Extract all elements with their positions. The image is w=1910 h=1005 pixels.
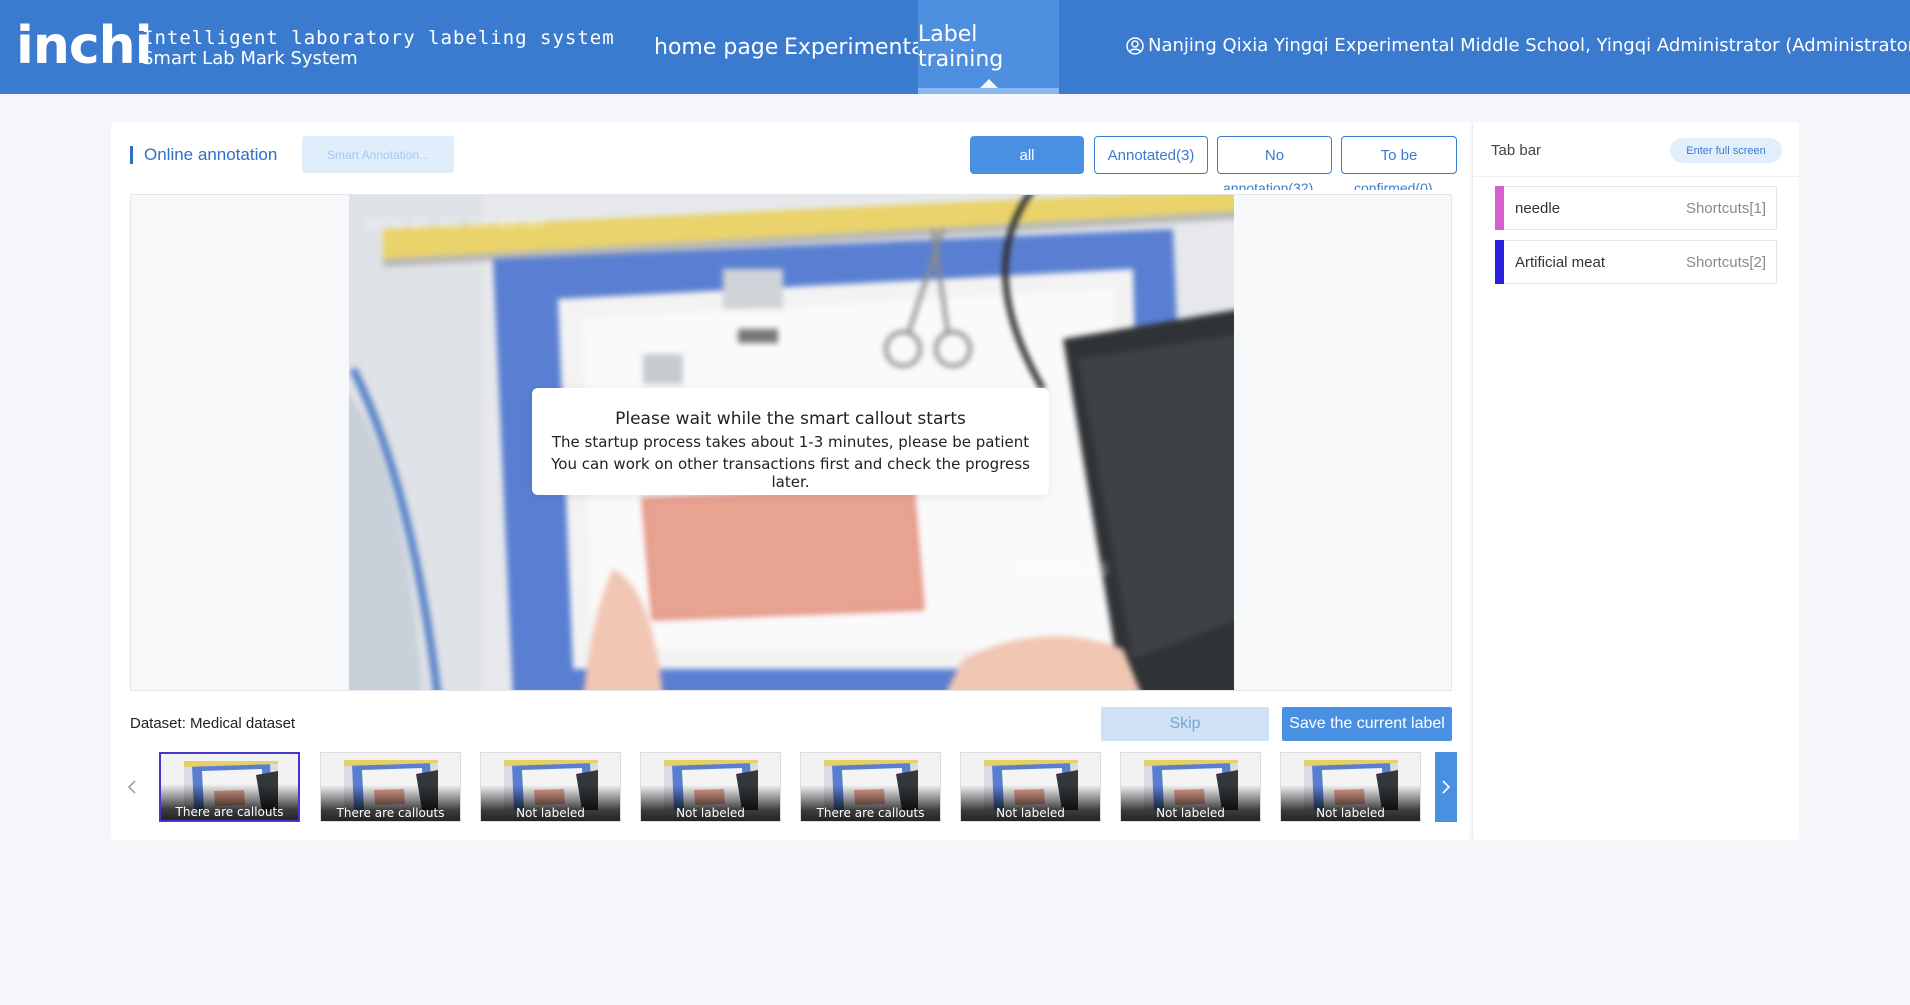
thumbnails-prev-button[interactable] — [123, 752, 141, 822]
thumbnail-strip: There are callouts There are callouts No… — [159, 752, 1421, 822]
smart-callout-loading-dialog: Please wait while the smart callout star… — [532, 388, 1049, 495]
thumbnail-status: Not labeled — [1156, 806, 1225, 820]
user-name: Nanjing Qixia Yingqi Experimental Middle… — [1148, 35, 1910, 56]
tag-name: Artificial meat — [1515, 254, 1606, 271]
tag-name: needle — [1515, 200, 1561, 217]
nav-home-page[interactable]: home page — [654, 0, 778, 94]
app-title: Intelligent laboratory labeling system — [142, 27, 615, 49]
dialog-title: Please wait while the smart callout star… — [615, 409, 966, 429]
filter-to-be-confirmed-button[interactable]: To be — [1341, 136, 1457, 174]
thumbnail-status: There are callouts — [175, 805, 284, 819]
svg-text:Camera 01: Camera 01 — [1023, 559, 1110, 578]
smart-annotation-button[interactable]: Smart Annotation... — [302, 136, 454, 173]
filter-no-annotation-button[interactable]: No — [1217, 136, 1332, 174]
active-nav-caret — [980, 79, 998, 88]
user-icon — [1126, 36, 1144, 55]
save-label-button[interactable]: Save the current label — [1282, 707, 1452, 741]
thumbnail-8[interactable]: Not labeled — [1280, 752, 1421, 822]
tag-shortcut: Shortcuts[1] — [1685, 200, 1766, 217]
tag-color-swatch — [1495, 186, 1504, 230]
thumbnail-status: Not labeled — [676, 806, 745, 820]
enter-fullscreen-button[interactable]: Enter full screen — [1670, 138, 1782, 163]
thumbnail-1[interactable]: There are callouts — [159, 752, 300, 822]
dialog-line-1: The startup process takes about 1-3 minu… — [551, 433, 1030, 451]
thumbnail-2[interactable]: There are callouts — [320, 752, 461, 822]
dialog-line-2: You can work on other transactions first… — [551, 455, 1030, 491]
thumbnail-6[interactable]: Not labeled — [960, 752, 1101, 822]
chevron-left-icon — [127, 780, 136, 794]
filter-no-annotation-overflow: annotation(32) — [1223, 180, 1314, 190]
thumbnail-3[interactable]: Not labeled — [480, 752, 621, 822]
chevron-right-icon — [1442, 780, 1451, 794]
thumbnail-status: Not labeled — [996, 806, 1065, 820]
side-divider — [1473, 176, 1799, 177]
tab-bar-title: Tab bar — [1491, 142, 1542, 159]
thumbnail-5[interactable]: There are callouts — [800, 752, 941, 822]
filter-all-button[interactable]: all — [970, 136, 1084, 174]
tag-shortcut: Shortcuts[2] — [1685, 254, 1766, 271]
thumbnail-7[interactable]: Not labeled — [1120, 752, 1261, 822]
tab-bar-panel: Tab bar Enter full screen needle Shortcu… — [1472, 122, 1799, 840]
user-area: Nanjing Qixia Yingqi Experimental Middle… — [1126, 35, 1910, 56]
tag-artificial-meat[interactable]: Artificial meat Shortcuts[2] — [1495, 240, 1777, 284]
thumbnail-4[interactable]: Not labeled — [640, 752, 781, 822]
thumbnail-status: Not labeled — [516, 806, 585, 820]
thumbnail-status: There are callouts — [816, 806, 925, 820]
tag-color-swatch — [1495, 240, 1504, 284]
nav-label-training[interactable]: Label training — [918, 0, 1059, 94]
section-title: Online annotation — [130, 146, 277, 164]
skip-button[interactable]: Skip — [1101, 707, 1269, 741]
thumbnail-status: Not labeled — [1316, 806, 1385, 820]
thumbnails-next-button[interactable] — [1435, 752, 1457, 822]
app-logo: inchi — [16, 16, 153, 76]
dataset-name: Dataset: Medical dataset — [130, 715, 296, 732]
tag-needle[interactable]: needle Shortcuts[1] — [1495, 186, 1777, 230]
nav-label-training-text: Label training — [918, 22, 1004, 72]
thumbnail-status: There are callouts — [336, 806, 445, 820]
svg-text:2024-07-03 14:43:07: 2024-07-03 14:43:07 — [363, 214, 546, 233]
app-subtitle: Smart Lab Mark System — [142, 48, 358, 69]
nav-experimental[interactable]: Experimental — [784, 0, 931, 94]
filter-to-be-confirmed-overflow: confirmed(0) — [1354, 180, 1433, 190]
filter-annotated-button[interactable]: Annotated(3) — [1094, 136, 1208, 174]
top-header: inchi Intelligent laboratory labeling sy… — [0, 0, 1910, 94]
